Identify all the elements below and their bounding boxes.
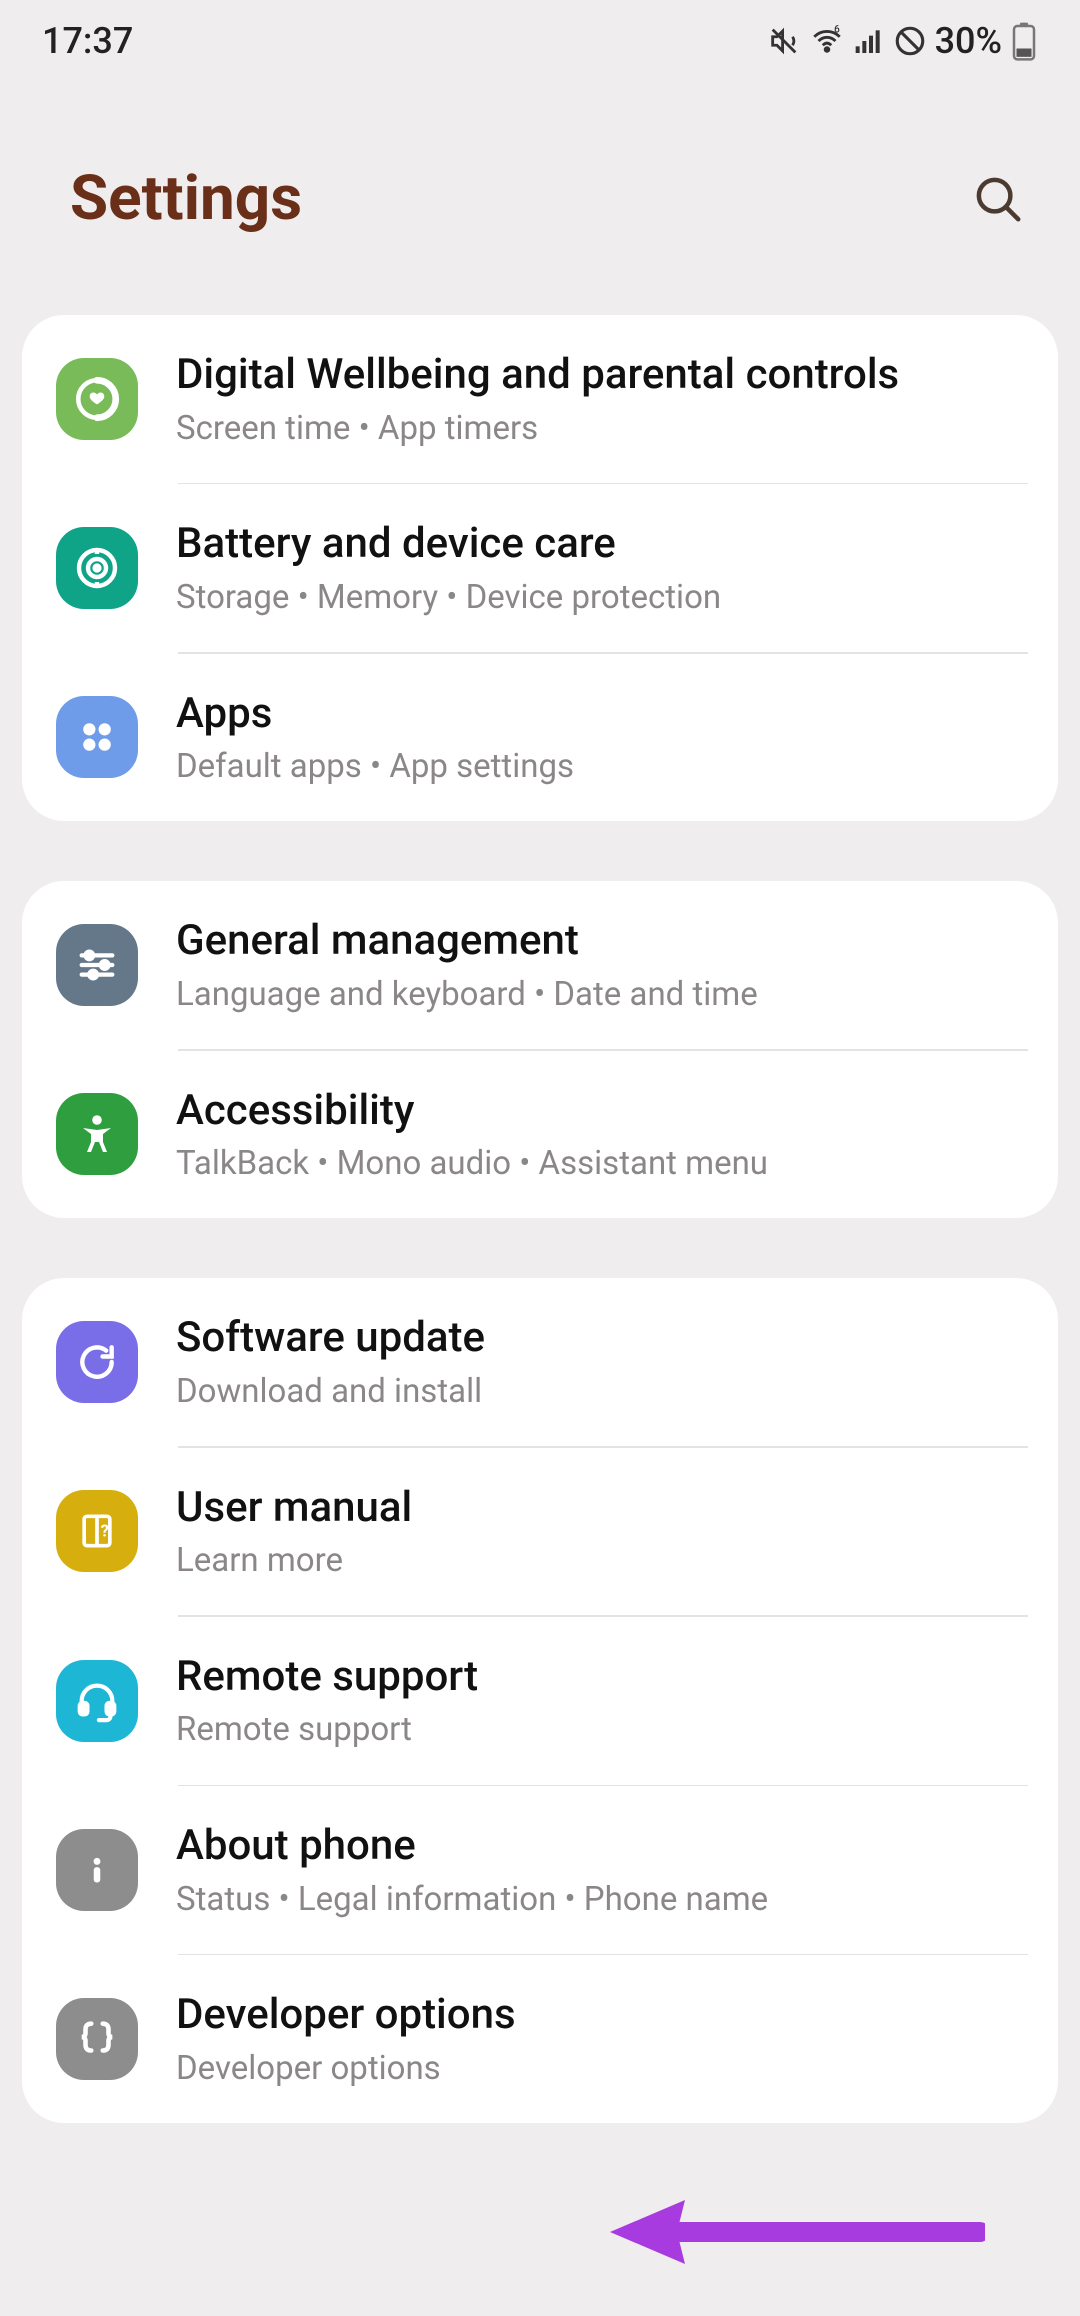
update-icon — [56, 1321, 138, 1403]
item-subtitle: Default apps • App settings — [176, 746, 1032, 787]
item-developer-options[interactable]: Developer options Developer options — [22, 1955, 1058, 2123]
wifi-icon: 6 — [809, 24, 845, 58]
sliders-icon — [56, 924, 138, 1006]
item-subtitle: Remote support — [176, 1709, 1032, 1750]
item-title: Apps — [176, 688, 1032, 741]
settings-group: General management Language and keyboard… — [22, 881, 1058, 1218]
item-title: Software update — [176, 1312, 1032, 1365]
item-text: General management Language and keyboard… — [176, 915, 1032, 1015]
item-text: Developer options Developer options — [176, 1989, 1032, 2089]
status-icons: 6 30% — [767, 20, 1038, 62]
settings-group: Software update Download and install ? U… — [22, 1278, 1058, 2123]
item-subtitle: Language and keyboard • Date and time — [176, 974, 1032, 1015]
item-subtitle: Learn more — [176, 1540, 1032, 1581]
item-title: Remote support — [176, 1651, 1032, 1704]
item-about-phone[interactable]: About phone Status • Legal information •… — [22, 1786, 1058, 1954]
item-subtitle: Developer options — [176, 2048, 1032, 2089]
item-software-update[interactable]: Software update Download and install — [22, 1278, 1058, 1446]
svg-text:6: 6 — [834, 25, 840, 36]
item-accessibility[interactable]: Accessibility TalkBack • Mono audio • As… — [22, 1051, 1058, 1219]
vibrate-mute-icon — [767, 24, 801, 58]
svg-text:?: ? — [101, 1523, 109, 1542]
item-text: Software update Download and install — [176, 1312, 1032, 1412]
item-remote-support[interactable]: Remote support Remote support — [22, 1617, 1058, 1785]
apps-icon — [56, 696, 138, 778]
item-text: Accessibility TalkBack • Mono audio • As… — [176, 1085, 1032, 1185]
header: Settings — [0, 72, 1080, 315]
item-text: Remote support Remote support — [176, 1651, 1032, 1751]
item-general-management[interactable]: General management Language and keyboard… — [22, 881, 1058, 1049]
item-title: Accessibility — [176, 1085, 1032, 1138]
search-icon — [971, 172, 1025, 226]
signal-icon — [853, 25, 885, 57]
settings-group: Digital Wellbeing and parental controls … — [22, 315, 1058, 821]
item-text: Battery and device care Storage • Memory… — [176, 518, 1032, 618]
item-text: User manual Learn more — [176, 1482, 1032, 1582]
info-icon — [56, 1829, 138, 1911]
item-subtitle: Storage • Memory • Device protection — [176, 577, 1032, 618]
item-subtitle: Screen time • App timers — [176, 408, 1032, 449]
item-text: Digital Wellbeing and parental controls … — [176, 349, 1032, 449]
annotation-arrow — [605, 2192, 985, 2272]
item-title: About phone — [176, 1820, 1032, 1873]
item-title: User manual — [176, 1482, 1032, 1535]
battery-icon — [1010, 21, 1038, 61]
dnd-icon — [893, 24, 927, 58]
braces-icon — [56, 1998, 138, 2080]
item-subtitle: Status • Legal information • Phone name — [176, 1879, 1032, 1920]
item-user-manual[interactable]: ? User manual Learn more — [22, 1448, 1058, 1616]
wellbeing-icon — [56, 358, 138, 440]
item-title: General management — [176, 915, 1032, 968]
item-text: Apps Default apps • App settings — [176, 688, 1032, 788]
item-title: Digital Wellbeing and parental controls — [176, 349, 1032, 402]
status-time: 17:37 — [42, 20, 133, 62]
status-bar: 17:37 6 30% — [0, 0, 1080, 72]
item-text: About phone Status • Legal information •… — [176, 1820, 1032, 1920]
item-battery-device-care[interactable]: Battery and device care Storage • Memory… — [22, 484, 1058, 652]
battery-percent: 30% — [935, 20, 1002, 62]
item-title: Developer options — [176, 1989, 1032, 2042]
page-title: Settings — [70, 162, 302, 235]
item-apps[interactable]: Apps Default apps • App settings — [22, 654, 1058, 822]
search-button[interactable] — [971, 172, 1025, 226]
item-digital-wellbeing[interactable]: Digital Wellbeing and parental controls … — [22, 315, 1058, 483]
headset-icon — [56, 1660, 138, 1742]
item-subtitle: TalkBack • Mono audio • Assistant menu — [176, 1143, 1032, 1184]
manual-icon: ? — [56, 1490, 138, 1572]
item-subtitle: Download and install — [176, 1371, 1032, 1412]
accessibility-icon — [56, 1093, 138, 1175]
battery-care-icon — [56, 527, 138, 609]
item-title: Battery and device care — [176, 518, 1032, 571]
